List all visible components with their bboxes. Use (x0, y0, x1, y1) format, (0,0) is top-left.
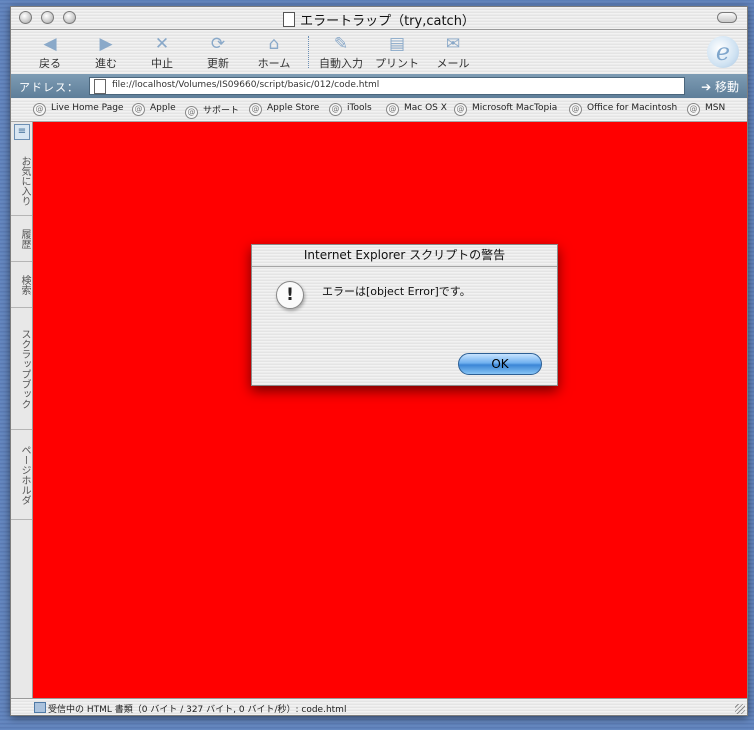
document-icon (283, 12, 296, 27)
toolbar-toggle-button[interactable] (717, 12, 737, 23)
at-link-icon: @ (185, 106, 198, 119)
sidebar-tab-favorites[interactable]: お気に入り (11, 146, 32, 216)
at-link-icon: @ (33, 103, 46, 116)
address-input[interactable]: file://localhost/Volumes/IS09660/script/… (89, 77, 685, 95)
favorite-label: Live Home Page (51, 103, 124, 113)
sidebar-tab-scrapbook[interactable]: スクラップブック (11, 308, 32, 430)
back-arrow-icon: ◀ (43, 34, 57, 54)
back-label: 戻る (39, 57, 61, 70)
alert-message: エラーは[object Error]です。 (322, 285, 471, 298)
autofill-button[interactable]: ✎ 自動入力 (314, 34, 368, 71)
script-alert-dialog: Internet Explorer スクリプトの警告 ! エラーは[object… (251, 244, 558, 386)
favorite-link[interactable]: @ サポート (185, 103, 239, 119)
window-title: エラートラップ（try,catch） (300, 14, 475, 29)
favorites-bar: @ Live Home Page @ Apple @ サポート @ Apple Stor… (11, 99, 747, 122)
forward-button[interactable]: ▶ 進む (79, 34, 133, 71)
favorite-link[interactable]: @ Live Home Page (33, 103, 123, 116)
favorite-label: Office for Macintosh (587, 103, 678, 113)
go-button[interactable]: ➔ 移動 (701, 78, 739, 95)
sidebar-tab-label: お気に入り (19, 155, 30, 206)
favorite-label: Apple (150, 103, 176, 113)
home-button[interactable]: ⌂ ホーム (247, 34, 301, 71)
favorite-link[interactable]: @ iTools (329, 103, 372, 116)
alert-title: Internet Explorer スクリプトの警告 (252, 245, 557, 267)
favorite-label: Mac OS X (404, 103, 447, 113)
sidebar-tab-label: 履歴 (19, 228, 30, 249)
sidebar-tab-search[interactable]: 検索 (11, 262, 32, 308)
page-document-icon[interactable] (94, 79, 106, 94)
print-label: プリント (375, 57, 419, 70)
refresh-label: 更新 (207, 57, 229, 70)
at-link-icon: @ (249, 103, 262, 116)
print-button[interactable]: ▤ プリント (370, 34, 424, 71)
sidebar-tab-label: スクラップブック (19, 328, 30, 409)
favorite-link[interactable]: @ Office for Macintosh (569, 103, 677, 116)
sidebar-tab-label: ページホルダ (19, 444, 30, 505)
sidebar-tab-page-holder[interactable]: ページホルダ (11, 430, 32, 520)
address-label: アドレス： (19, 81, 79, 94)
mail-label: メール (436, 57, 470, 70)
favorite-link[interactable]: @ Microsoft MacTopia (454, 103, 557, 116)
forward-label: 進む (95, 57, 117, 70)
stop-x-icon: ✕ (154, 34, 170, 54)
home-label: ホーム (257, 57, 291, 70)
address-bar: アドレス： file://localhost/Volumes/IS09660/s… (11, 74, 747, 98)
home-icon: ⌂ (268, 34, 280, 54)
status-bar: 受信中の HTML 書類（0 バイト / 327 バイト, 0 バイト/秒）: … (11, 698, 747, 715)
at-link-icon: @ (687, 103, 700, 116)
printer-icon: ▤ (388, 34, 406, 54)
back-button[interactable]: ◀ 戻る (23, 34, 77, 71)
favorite-link[interactable]: @ MSN (687, 103, 725, 116)
toolbar-separator (308, 36, 309, 68)
favorite-label: Microsoft MacTopia (472, 103, 558, 113)
ok-button[interactable]: OK (458, 353, 542, 375)
exclamation-icon: ! (276, 281, 304, 309)
favorite-label: Apple Store (267, 103, 320, 113)
explorer-sidebar: ≡ お気に入り 履歴 検索 スクラップブック ページホルダ (11, 122, 33, 698)
refresh-icon: ⟳ (210, 34, 226, 54)
sidebar-tab-history[interactable]: 履歴 (11, 216, 32, 262)
favorite-label: サポート (203, 106, 240, 116)
sidebar-toggle-icon[interactable]: ≡ (14, 124, 30, 140)
at-link-icon: @ (454, 103, 467, 116)
address-url: file://localhost/Volumes/IS09660/script/… (112, 80, 380, 90)
pencil-icon: ✎ (333, 34, 349, 54)
resize-grip-icon[interactable] (735, 704, 745, 714)
mail-button[interactable]: ✉ メール (426, 34, 480, 71)
window-title-area: エラートラップ（try,catch） (11, 10, 747, 29)
autofill-label: 自動入力 (319, 57, 363, 70)
favorite-label: iTools (347, 103, 372, 113)
mail-envelope-icon: ✉ (445, 34, 461, 54)
go-label: 移動 (714, 80, 739, 94)
stop-button[interactable]: ✕ 中止 (135, 34, 189, 71)
title-bar[interactable]: エラートラップ（try,catch） (11, 7, 747, 30)
toolbar: ◀ 戻る ▶ 進む ✕ 中止 ⟳ 更新 ⌂ ホーム ✎ 自動入力 ▤ プリント … (11, 30, 747, 74)
page-content[interactable] (33, 122, 747, 698)
internet-explorer-logo-icon: e (707, 36, 739, 68)
at-link-icon: @ (569, 103, 582, 116)
status-text: 受信中の HTML 書類（0 バイト / 327 バイト, 0 バイト/秒）: … (48, 705, 347, 715)
at-link-icon: @ (386, 103, 399, 116)
favorite-link[interactable]: @ Mac OS X (386, 103, 447, 116)
stop-label: 中止 (151, 57, 173, 70)
status-screen-icon (34, 702, 46, 713)
favorite-link[interactable]: @ Apple Store (249, 103, 319, 116)
forward-arrow-icon: ▶ (99, 34, 113, 54)
at-link-icon: @ (329, 103, 342, 116)
sidebar-tab-label: 検索 (19, 274, 30, 295)
favorite-label: MSN (705, 103, 726, 113)
favorite-link[interactable]: @ Apple (132, 103, 176, 116)
refresh-button[interactable]: ⟳ 更新 (191, 34, 245, 71)
at-link-icon: @ (132, 103, 145, 116)
